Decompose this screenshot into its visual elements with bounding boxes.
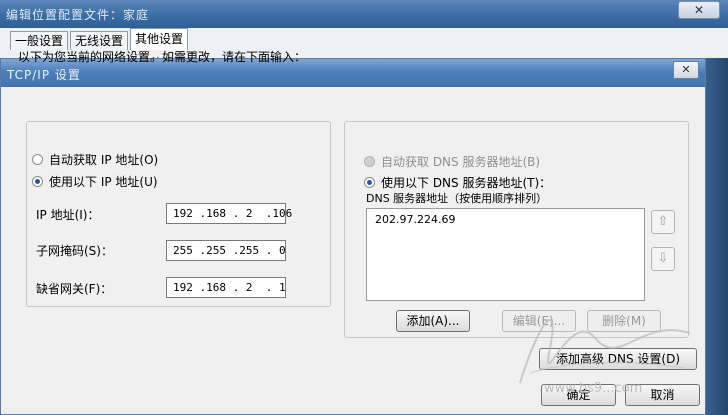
ip-address-field[interactable]: 192 .168 . 2 .106 (166, 203, 292, 224)
move-down-icon[interactable]: ⇩ (651, 247, 675, 271)
radio-checked-icon[interactable] (32, 176, 43, 187)
dialog-close-button[interactable]: ✕ (673, 61, 699, 79)
advanced-dns-button[interactable]: 添加高级 DNS 设置(D) (539, 348, 697, 370)
radio-checked-icon[interactable] (364, 177, 375, 188)
dns-manual-label: 使用以下 DNS 服务器地址(T)： (381, 176, 552, 190)
dns-edit-button[interactable]: 编辑(E)... (502, 310, 576, 332)
desktop-background-strip (706, 58, 728, 415)
dns-list-label: DNS 服务器地址（按使用顺序排列） (366, 192, 548, 205)
dns-add-button[interactable]: 添加(A)... (396, 310, 470, 332)
outer-window-titlebar: 编辑位置配置文件：家庭 ✕ (0, 0, 728, 28)
dialog-intro-text: 以下为您当前的网络设置。如需更改，请在下面输入： (18, 50, 307, 64)
ok-button[interactable]: 确定 (541, 384, 616, 406)
move-up-icon[interactable]: ⇧ (651, 210, 675, 234)
subnet-mask-field[interactable]: 255 .255 .255 . 0 (166, 240, 286, 261)
dns-server-list[interactable]: 202.97.224.69 (366, 208, 645, 301)
subnet-mask-label: 子网掩码(S)： (36, 244, 113, 258)
outer-window-title: 编辑位置配置文件：家庭 (6, 8, 150, 22)
list-item[interactable]: 202.97.224.69 (375, 213, 455, 226)
tab-other[interactable]: 其他设置 (130, 28, 189, 50)
outer-close-button[interactable]: ✕ (678, 1, 720, 19)
default-gateway-field[interactable]: 192 .168 . 2 . 1 (166, 277, 286, 298)
ip-manual-label: 使用以下 IP 地址(U) (49, 175, 158, 189)
dns-delete-button[interactable]: 删除(M) (587, 310, 661, 332)
ip-manual-option[interactable]: 使用以下 IP 地址(U) (32, 173, 162, 190)
dialog-title: TCP/IP 设置 (7, 68, 81, 82)
ip-address-label: IP 地址(I)： (36, 208, 100, 222)
default-gateway-label: 缺省网关(F)： (36, 282, 113, 296)
cancel-button[interactable]: 取消 (625, 384, 700, 406)
dns-manual-option[interactable]: 使用以下 DNS 服务器地址(T)： (364, 174, 556, 191)
